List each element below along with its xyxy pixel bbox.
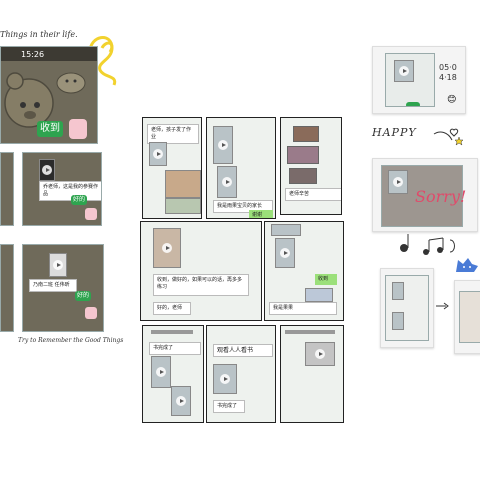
message-bubble: 老师，孩子发了作业 [147,124,199,144]
phone-screenshot-main: 15:26 收到 [0,46,98,144]
video-thumb[interactable] [49,253,67,277]
video-thumb[interactable] [213,364,237,394]
photo-thumb [165,170,201,198]
video-thumb[interactable] [171,386,191,416]
message-bubble: 老师辛苦 [285,188,341,201]
tile-1: 乔老师，这是我的参赛作品 好的 [22,152,102,226]
reply-bubble: 好的 [71,195,87,205]
photo-thumb [289,168,317,184]
message-bubble: 书完成了 [149,342,201,355]
video-thumb[interactable] [392,312,404,330]
message-bubble: 好的，老师 [153,302,191,315]
message-bubble: 我是果果 [269,302,337,315]
video-thumb[interactable] [305,342,335,366]
reply-bubble: 收到 [315,274,337,285]
comic-collage: 老师，孩子发了作业 我是雨果宝贝的家长 谢谢 老师辛苦 收到，做好的，如果可以的… [138,113,344,425]
receive-button[interactable]: 收到 [37,121,63,137]
polaroid-1: 05·04·18 😊 [372,46,466,114]
blue-cat-doodle-icon [456,258,478,272]
video-thumb[interactable] [271,224,301,236]
message-bubble: 收到，做好的，如果可以的话，再多多练习 [153,274,249,296]
phone-screenshot [459,291,480,343]
chat-panel-4: 收到，做好的，如果可以的话，再多多练习 好的，老师 [140,221,262,321]
reply-bubble: 好的 [75,291,91,301]
chat-panel-8 [280,325,344,423]
phone-screenshot [385,53,435,107]
video-thumb[interactable] [394,60,414,82]
sorry-text: Sorry! [415,187,467,206]
video-thumb[interactable] [388,170,408,194]
video-thumb[interactable] [39,159,55,181]
message-bubble: 观看人人看书 [213,344,273,357]
phone-screenshot [385,275,429,341]
photo-thumb [305,288,333,302]
video-thumb[interactable] [151,356,171,388]
avatar [85,307,97,319]
phone-time: 15:26 [21,50,45,59]
video-thumb[interactable] [153,228,181,268]
photo-thumb [287,146,319,164]
chat-panel-1: 老师，孩子发了作业 [142,117,202,219]
tile-sliver-2 [0,244,14,332]
divider-line [151,330,193,334]
photo-thumb [165,198,201,214]
date-text: 05·04·18 [439,63,457,82]
caption-bottom: Try to Remember the Good Things [18,337,124,344]
message-bubble: 乃南二班 任伟昕 [29,279,77,292]
photo-thumb [293,126,319,142]
divider-line [285,330,335,334]
polaroid-2: Sorry! [372,158,478,232]
happy-text: HAPPY [372,126,417,139]
message-bubble: 书完成了 [213,400,245,413]
tile-2: 乃南二班 任伟昕 好的 [22,244,104,332]
video-thumb[interactable] [392,282,404,300]
chat-panel-2: 我是雨果宝贝的家长 谢谢 [206,117,276,219]
chat-panel-5: 收到 我是果果 [264,221,344,321]
polaroid-4 [454,280,480,354]
arrow-right-icon [436,302,449,310]
avatar [85,208,97,220]
tile-sliver-1 [0,152,14,226]
emoji-badge: 😊 [447,95,457,105]
reply-bubble [406,102,420,106]
chat-panel-7: 观看人人看书 书完成了 [206,325,276,423]
polaroid-3 [380,268,434,348]
video-thumb[interactable] [149,142,167,166]
video-thumb[interactable] [217,166,237,198]
avatar [69,119,87,139]
reply-bubble: 谢谢 [249,210,273,218]
chat-panel-3: 老师辛苦 [280,117,342,215]
chat-panel-6: 书完成了 [142,325,204,423]
video-thumb[interactable] [213,126,233,164]
caption-top: Things in their life. [0,30,78,39]
video-thumb[interactable] [275,238,295,268]
